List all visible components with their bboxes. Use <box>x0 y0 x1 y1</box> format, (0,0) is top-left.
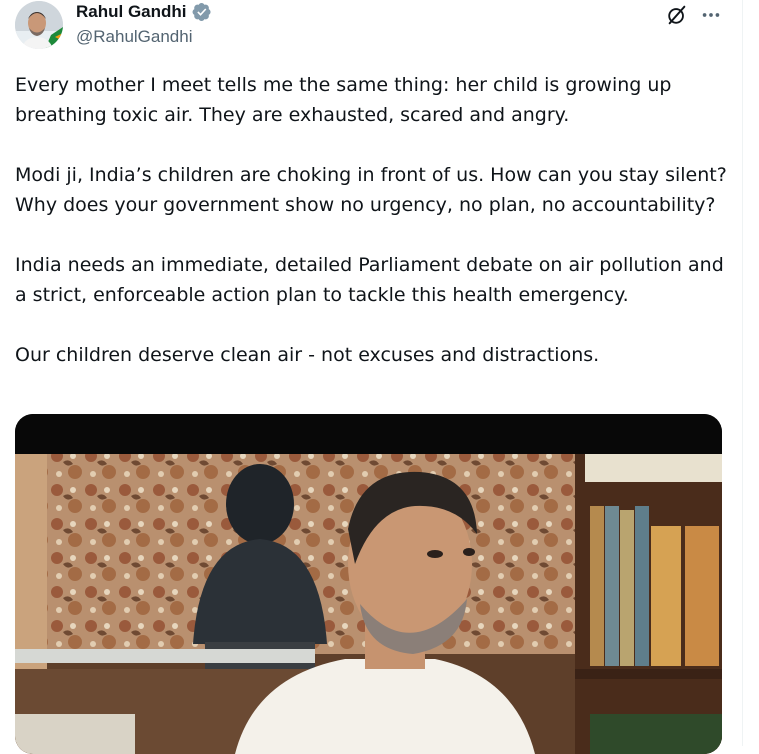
author-name-row: Rahul Gandhi <box>76 2 212 22</box>
grok-slash-circle-icon[interactable] <box>666 4 688 26</box>
more-dots-icon[interactable] <box>700 4 722 26</box>
tweet-video[interactable] <box>15 414 722 754</box>
verified-badge-icon[interactable] <box>192 2 212 22</box>
tweet-paragraph: Modi ji, India’s children are choking in… <box>15 164 727 216</box>
timeline-divider <box>742 0 743 746</box>
tweet-paragraph: Every mother I meet tells me the same th… <box>15 74 672 126</box>
author-display-name[interactable]: Rahul Gandhi <box>76 2 187 22</box>
tweet-paragraph: India needs an immediate, detailed Parli… <box>15 254 724 306</box>
avatar[interactable] <box>15 1 63 49</box>
profile-photo <box>15 1 63 49</box>
video-frame-image <box>15 414 722 754</box>
author-handle[interactable]: @RahulGandhi <box>76 27 193 47</box>
tweet-paragraph: Our children deserve clean air - not exc… <box>15 344 600 366</box>
tweet-text: Every mother I meet tells me the same th… <box>15 70 735 400</box>
